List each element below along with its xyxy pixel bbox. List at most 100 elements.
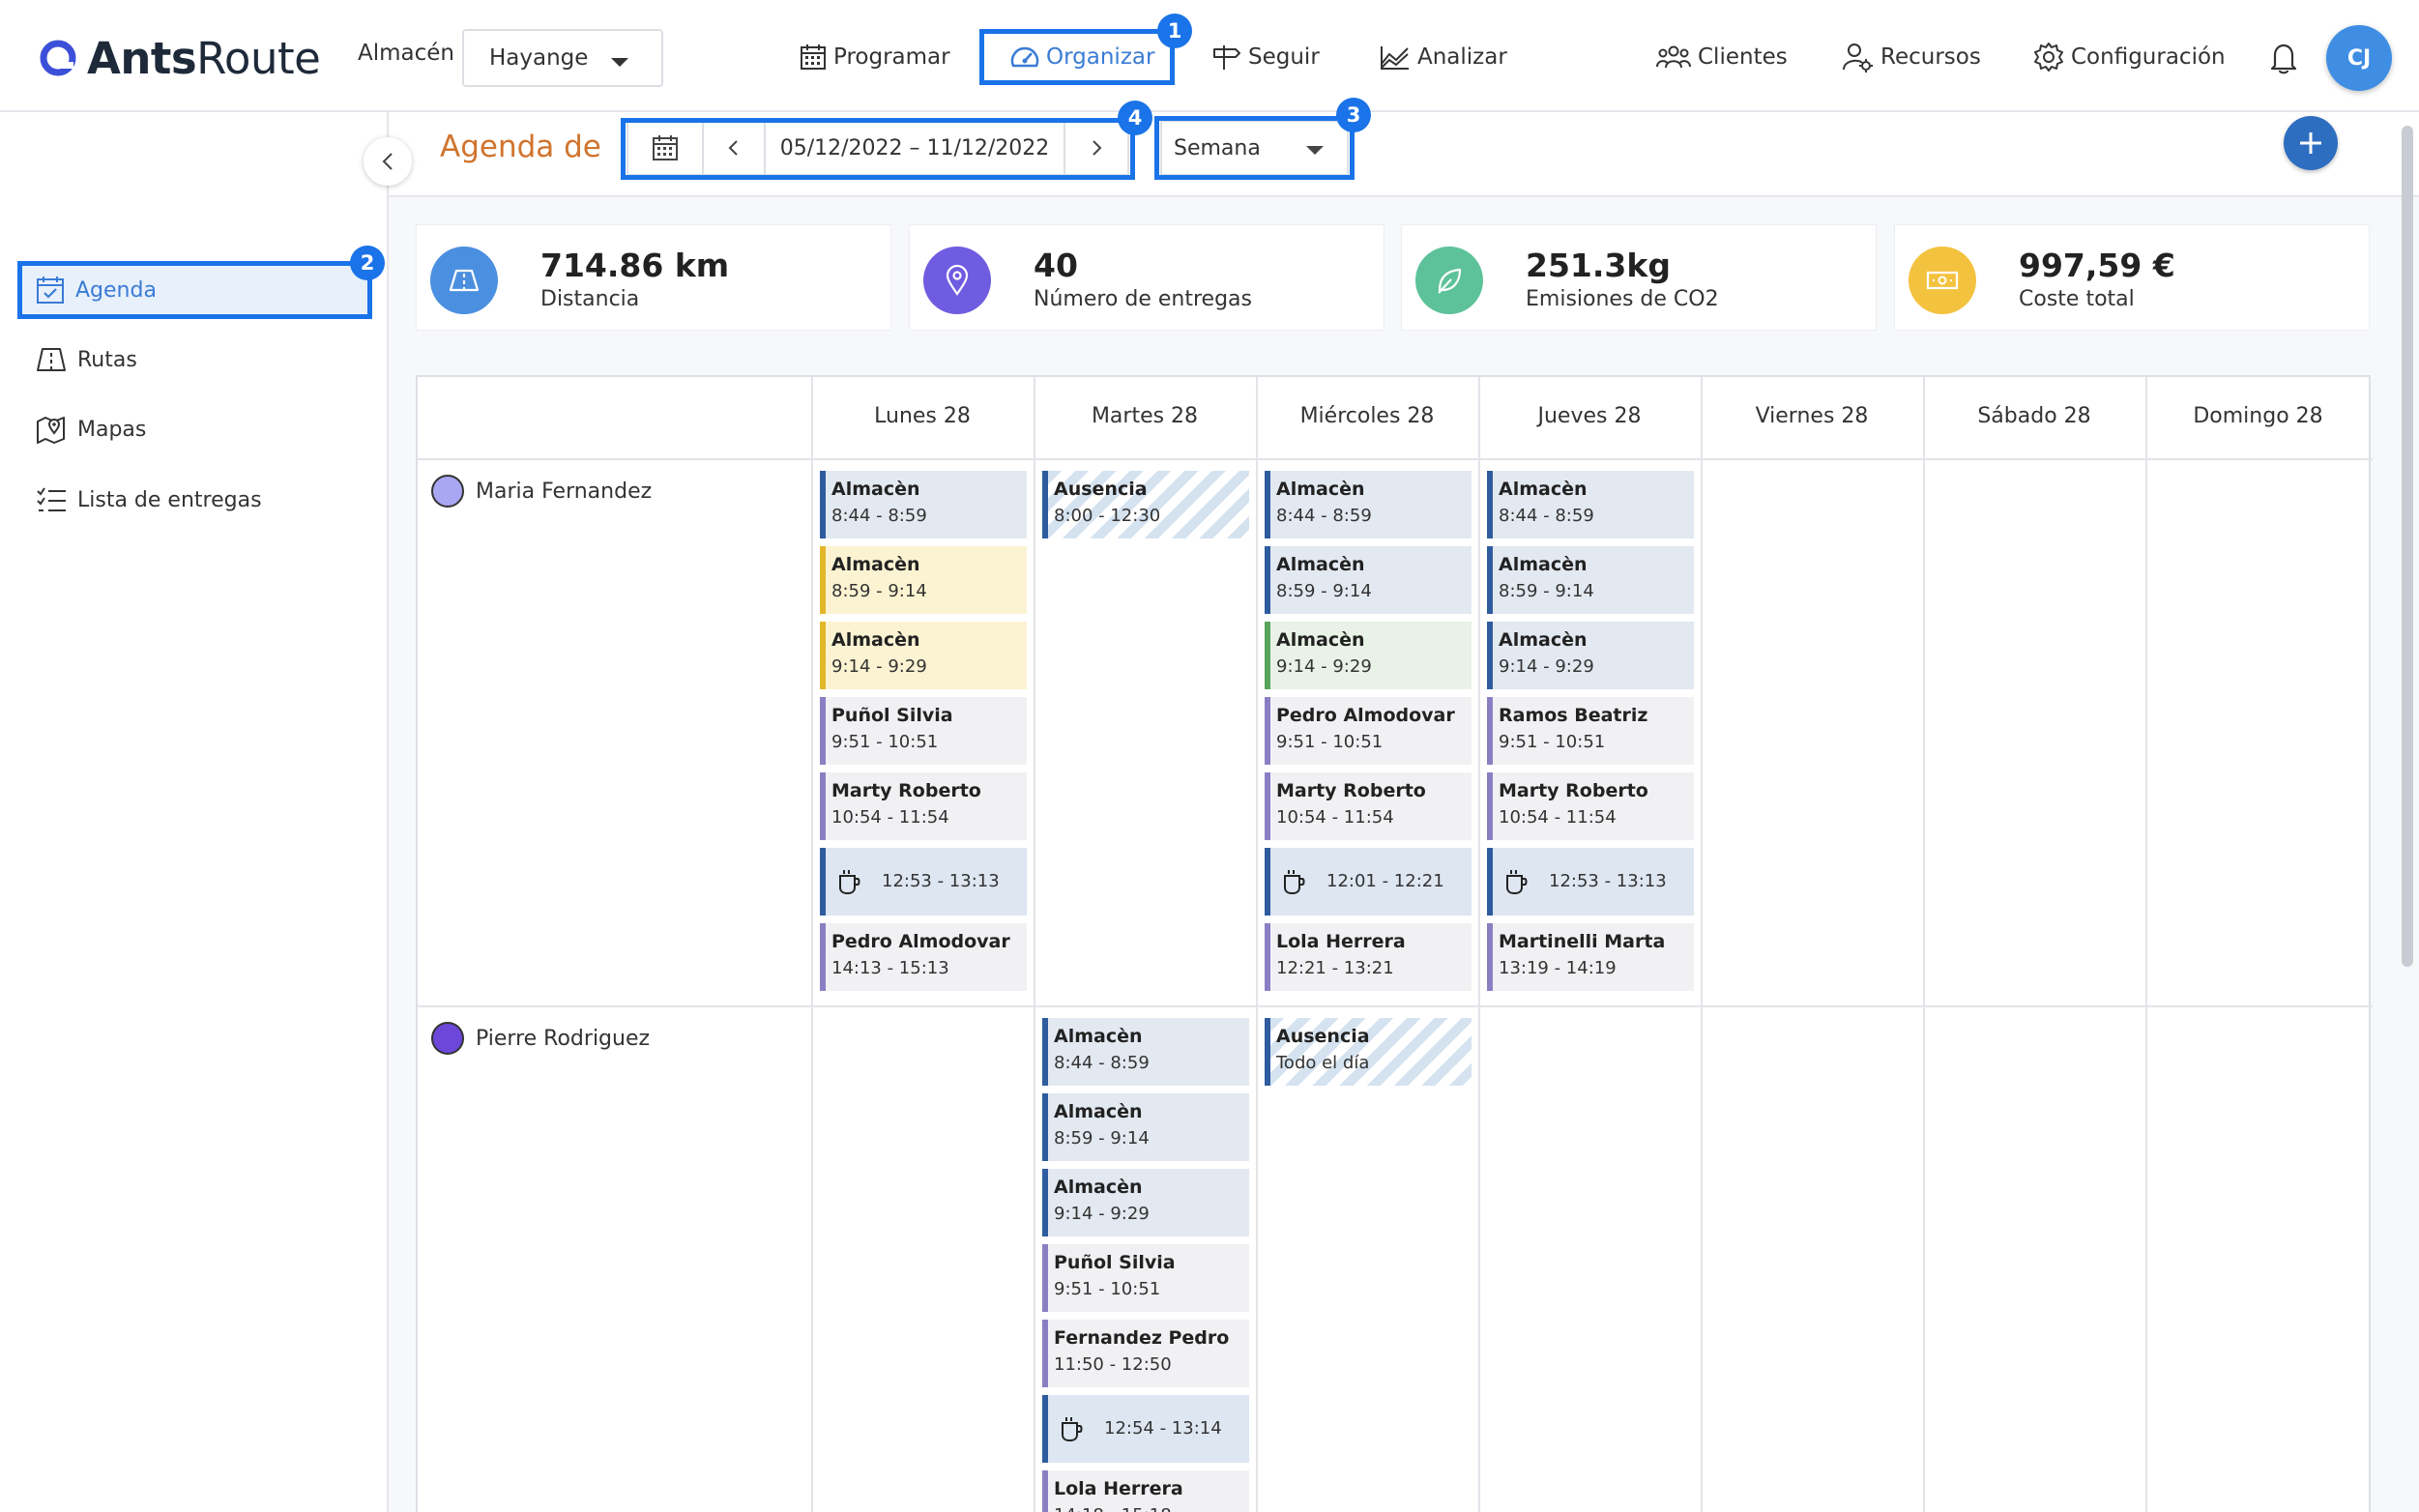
collapse-sidebar-button[interactable]: [364, 137, 412, 186]
sidebar-item-lista-entregas[interactable]: Lista de entregas: [35, 480, 262, 519]
stat-value: 714.86 km: [540, 247, 730, 284]
calendar-event[interactable]: Almacèn 8:44 - 8:59: [1265, 471, 1472, 538]
step-badge: 1: [1157, 14, 1192, 48]
map-open-icon: [37, 348, 66, 371]
event-time: 9:51 - 10:51: [1276, 732, 1384, 752]
calendar-event[interactable]: Lola Herrera 14:18 - 15:18: [1042, 1470, 1249, 1512]
stat-card-deliveries: 40 Número de entregas: [909, 224, 1384, 331]
logo-text: AntsRoute: [87, 32, 321, 84]
calendar-event[interactable]: Fernandez Pedro 11:50 - 12:50: [1042, 1320, 1249, 1387]
warehouse-select[interactable]: Hayange: [462, 29, 663, 87]
break-event[interactable]: 12:01 - 12:21: [1265, 848, 1472, 916]
nav-configuracion[interactable]: Configuración: [2032, 35, 2226, 79]
nav-label: Recursos: [1880, 44, 1981, 70]
absence-event[interactable]: Ausencia 8:00 - 12:30: [1042, 471, 1249, 538]
sidebar-item-rutas[interactable]: Rutas: [35, 340, 137, 379]
event-title: Puñol Silvia: [1054, 1252, 1176, 1273]
calendar-event[interactable]: Almacèn 9:14 - 9:29: [1487, 622, 1694, 689]
stat-card-distance: 714.86 km Distancia: [416, 224, 891, 331]
resource-name: Maria Fernandez: [476, 479, 653, 504]
event-title: Ausencia: [1054, 479, 1148, 500]
resource-row-header[interactable]: Pierre Rodriguez: [431, 1021, 650, 1056]
event-title: Almacèn: [831, 479, 920, 500]
event-time: 9:14 - 9:29: [1054, 1204, 1150, 1224]
calendar-event[interactable]: Almacèn 9:14 - 9:29: [1265, 622, 1472, 689]
calendar-event[interactable]: Martinelli Marta 13:19 - 14:19: [1487, 923, 1694, 991]
event-time: 9:51 - 10:51: [1499, 732, 1606, 752]
resource-name: Pierre Rodriguez: [476, 1026, 651, 1051]
nav-analizar[interactable]: Analizar: [1379, 35, 1507, 79]
nav-clientes[interactable]: Clientes: [1655, 35, 1788, 79]
calendar-event[interactable]: Almacèn 9:14 - 9:29: [1042, 1169, 1249, 1236]
calendar-event[interactable]: Almacèn 8:59 - 9:14: [1265, 546, 1472, 614]
event-title: Lola Herrera: [1276, 931, 1406, 952]
calendar-event[interactable]: Almacèn 8:59 - 9:14: [1042, 1093, 1249, 1161]
add-button[interactable]: [2284, 116, 2338, 170]
grid-line: [418, 1005, 2373, 1007]
location-pin-icon: [923, 247, 991, 314]
list-icon: [37, 487, 66, 511]
break-event[interactable]: 12:53 - 13:13: [1487, 848, 1694, 916]
calendar-event[interactable]: Pedro Almodovar 14:13 - 15:13: [820, 923, 1027, 991]
nav-seguir[interactable]: Seguir: [1211, 35, 1320, 79]
calendar-event[interactable]: Almacèn 8:59 - 9:14: [820, 546, 1027, 614]
notifications-button[interactable]: [2267, 41, 2300, 79]
nav-label: Configuración: [2071, 44, 2226, 70]
nav-label: Clientes: [1698, 44, 1788, 70]
event-title: Almacèn: [1499, 479, 1588, 500]
event-title: Almacèn: [1276, 479, 1365, 500]
grid-line: [2145, 377, 2147, 1512]
calendar-event[interactable]: Almacèn 8:44 - 8:59: [1487, 471, 1694, 538]
leaf-icon: [1415, 247, 1483, 314]
calendar-event[interactable]: Ramos Beatriz 9:51 - 10:51: [1487, 697, 1694, 765]
event-title: Puñol Silvia: [831, 705, 953, 726]
event-title: Pedro Almodovar: [831, 931, 1010, 952]
chevron-left-icon: [382, 153, 393, 170]
calendar-event[interactable]: Almacèn 8:59 - 9:14: [1487, 546, 1694, 614]
highlight-box-view-mode: [1154, 116, 1355, 180]
stat-value: 251.3kg: [1526, 247, 1671, 284]
calendar-event[interactable]: Lola Herrera 12:21 - 13:21: [1265, 923, 1472, 991]
absence-event[interactable]: Ausencia Todo el día: [1265, 1018, 1472, 1086]
calendar-event[interactable]: Puñol Silvia 9:51 - 10:51: [820, 697, 1027, 765]
coffee-cup-icon: [1284, 870, 1305, 894]
event-time: 12:21 - 13:21: [1276, 958, 1394, 978]
resource-row-header[interactable]: Maria Fernandez: [431, 474, 652, 509]
calendar-event[interactable]: Almacèn 8:44 - 8:59: [1042, 1018, 1249, 1086]
calendar-event[interactable]: Almacèn 9:14 - 9:29: [820, 622, 1027, 689]
calendar-event[interactable]: Marty Roberto 10:54 - 11:54: [1265, 772, 1472, 840]
sidebar: [0, 112, 389, 1512]
coffee-cup-icon: [1062, 1417, 1083, 1441]
user-avatar[interactable]: CJ: [2326, 25, 2392, 91]
event-time: 9:14 - 9:29: [1499, 656, 1594, 677]
grid-line: [1923, 377, 1925, 1512]
day-header: Jueves 28: [1537, 404, 1642, 428]
event-time: 12:01 - 12:21: [1326, 871, 1444, 891]
event-time: 10:54 - 11:54: [1499, 807, 1617, 828]
app-logo[interactable]: AntsRoute: [39, 31, 321, 85]
signpost-icon: [1213, 45, 1240, 70]
event-time: 9:51 - 10:51: [831, 732, 939, 752]
calendar-event[interactable]: Pedro Almodovar 9:51 - 10:51: [1265, 697, 1472, 765]
day-header: Domingo 28: [2193, 404, 2323, 428]
sidebar-item-mapas[interactable]: Mapas: [35, 410, 146, 449]
calendar-event[interactable]: Puñol Silvia 9:51 - 10:51: [1042, 1244, 1249, 1312]
calendar-event[interactable]: Marty Roberto 10:54 - 11:54: [1487, 772, 1694, 840]
stat-value: 40: [1034, 247, 1078, 284]
event-title: Almacèn: [831, 554, 920, 575]
page-scrollbar[interactable]: [2402, 126, 2413, 967]
nav-label: Analizar: [1417, 44, 1507, 70]
event-title: Ausencia: [1276, 1026, 1370, 1047]
nav-programar[interactable]: Programar: [799, 35, 950, 79]
event-title: Marty Roberto: [831, 780, 981, 801]
calendar-event[interactable]: Marty Roberto 10:54 - 11:54: [820, 772, 1027, 840]
stat-label: Coste total: [2019, 287, 2135, 311]
break-event[interactable]: 12:53 - 13:13: [820, 848, 1027, 916]
nav-recursos[interactable]: Recursos: [1842, 35, 1981, 79]
calendar-event[interactable]: Almacèn 8:44 - 8:59: [820, 471, 1027, 538]
break-event[interactable]: 12:54 - 13:14: [1042, 1395, 1249, 1463]
resource-color-dot: [431, 1022, 464, 1055]
highlight-box-date-range: [621, 118, 1135, 180]
user-gear-icon: [1843, 44, 1873, 73]
highlight-box-organizar: [979, 29, 1175, 85]
